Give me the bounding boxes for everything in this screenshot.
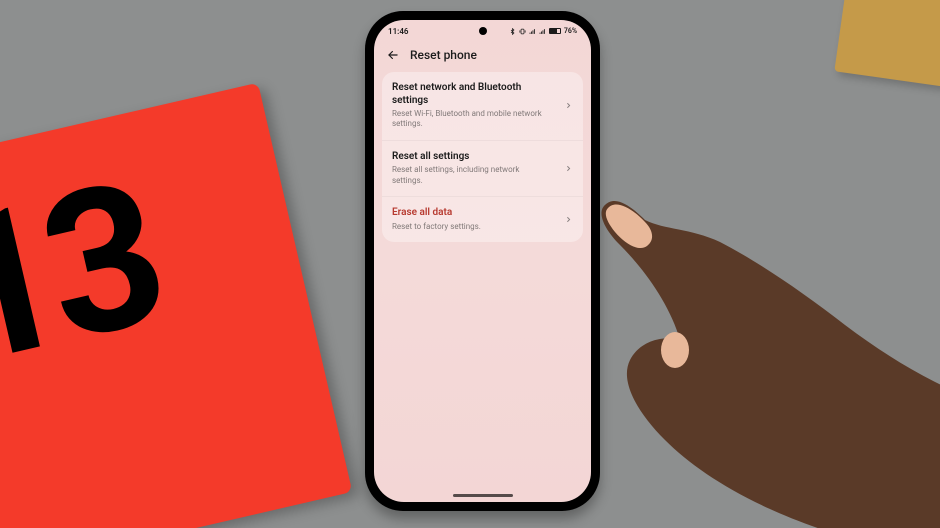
vibrate-icon <box>519 28 526 35</box>
row-erase-all[interactable]: Erase all data Reset to factory settings… <box>382 196 583 242</box>
hand-silhouette <box>575 150 940 528</box>
row-erase-all-title: Erase all data <box>392 207 552 220</box>
product-box-label: 13 <box>0 169 168 381</box>
row-reset-all-sub: Reset all settings, including network se… <box>392 165 552 186</box>
front-camera <box>479 27 487 35</box>
channel-badge <box>864 492 912 518</box>
status-icons: 76% <box>509 27 577 35</box>
settings-card: Reset network and Bluetooth settings Res… <box>382 72 583 242</box>
wooden-block <box>834 0 940 88</box>
bluetooth-icon <box>509 28 516 35</box>
signal2-icon <box>539 28 546 35</box>
signal-icon <box>529 28 536 35</box>
page-title: Reset phone <box>410 48 477 62</box>
battery-icon <box>549 28 561 34</box>
row-reset-all-title: Reset all settings <box>392 151 552 164</box>
row-reset-network-title: Reset network and Bluetooth settings <box>392 82 552 107</box>
row-reset-all[interactable]: Reset all settings Reset all settings, i… <box>382 140 583 196</box>
page-header: Reset phone <box>374 42 591 72</box>
row-erase-all-sub: Reset to factory settings. <box>392 222 552 232</box>
product-box: 13 <box>0 83 352 528</box>
phone-screen: 11:46 76% Reset phone Reset network and … <box>374 20 591 502</box>
status-time: 11:46 <box>388 27 408 36</box>
row-reset-network-sub: Reset Wi-Fi, Bluetooth and mobile networ… <box>392 109 552 130</box>
phone-device: 11:46 76% Reset phone Reset network and … <box>365 11 600 511</box>
back-icon[interactable] <box>386 48 400 62</box>
row-reset-network[interactable]: Reset network and Bluetooth settings Res… <box>382 72 583 140</box>
chevron-right-icon <box>564 101 573 110</box>
battery-percent: 76% <box>564 27 577 35</box>
home-indicator[interactable] <box>453 494 513 497</box>
chevron-right-icon <box>564 164 573 173</box>
chevron-right-icon <box>564 215 573 224</box>
